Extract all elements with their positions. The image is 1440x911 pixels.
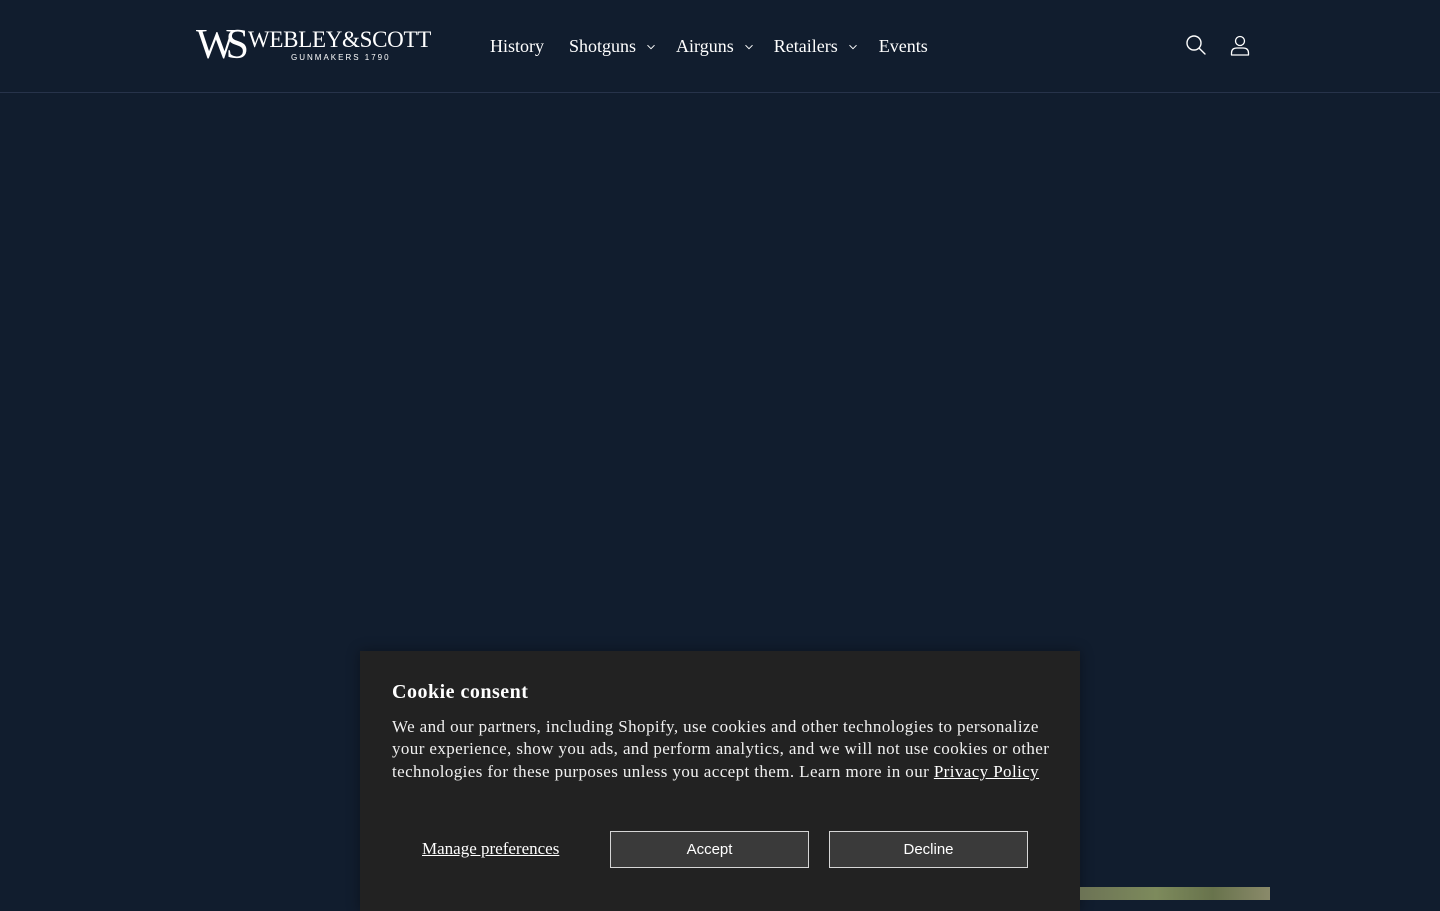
search-button[interactable] [1184,33,1208,57]
content-image-partial [1080,887,1270,900]
cookie-banner-title: Cookie consent [392,681,529,703]
logo-monogram: WS [196,22,249,68]
chevron-down-icon [848,44,857,50]
nav-item-label: Retailers [773,36,838,56]
nav-item-label: History [490,36,544,56]
nav-item-events[interactable]: Events [879,34,928,58]
search-icon [1186,35,1206,55]
logo-tagline: GUNMAKERS 1790 [291,53,391,62]
nav-item-history[interactable]: History [490,34,544,58]
accept-button[interactable]: Accept [610,831,809,868]
cookie-banner-text: We and our partners, including Shopify, … [392,716,1052,783]
nav-item-airguns[interactable]: Airguns [676,34,754,58]
account-icon [1230,35,1250,56]
decline-button[interactable]: Decline [829,831,1028,868]
nav-item-label: Shotguns [569,36,637,56]
main-nav: History Shotguns Airguns Retailers Event… [490,33,928,59]
site-header: WS WEBLEY&SCOTT GUNMAKERS 1790 History S… [0,0,1440,93]
nav-item-label: Events [878,36,928,56]
nav-item-shotguns[interactable]: Shotguns [569,34,656,58]
privacy-policy-link[interactable]: Privacy Policy [934,762,1039,781]
cookie-consent-banner: Cookie consent We and our partners, incl… [360,651,1080,911]
account-button[interactable] [1228,33,1252,57]
nav-item-label: Airguns [676,36,734,56]
chevron-down-icon [647,44,655,50]
nav-item-retailers[interactable]: Retailers [774,34,858,58]
site-logo[interactable]: WS WEBLEY&SCOTT GUNMAKERS 1790 [196,22,431,70]
logo-monogram-text: WS [196,22,249,68]
manage-preferences-link[interactable]: Manage preferences [422,838,559,860]
chevron-down-icon [744,44,753,50]
logo-wordmark: WEBLEY&SCOTT [248,27,431,52]
